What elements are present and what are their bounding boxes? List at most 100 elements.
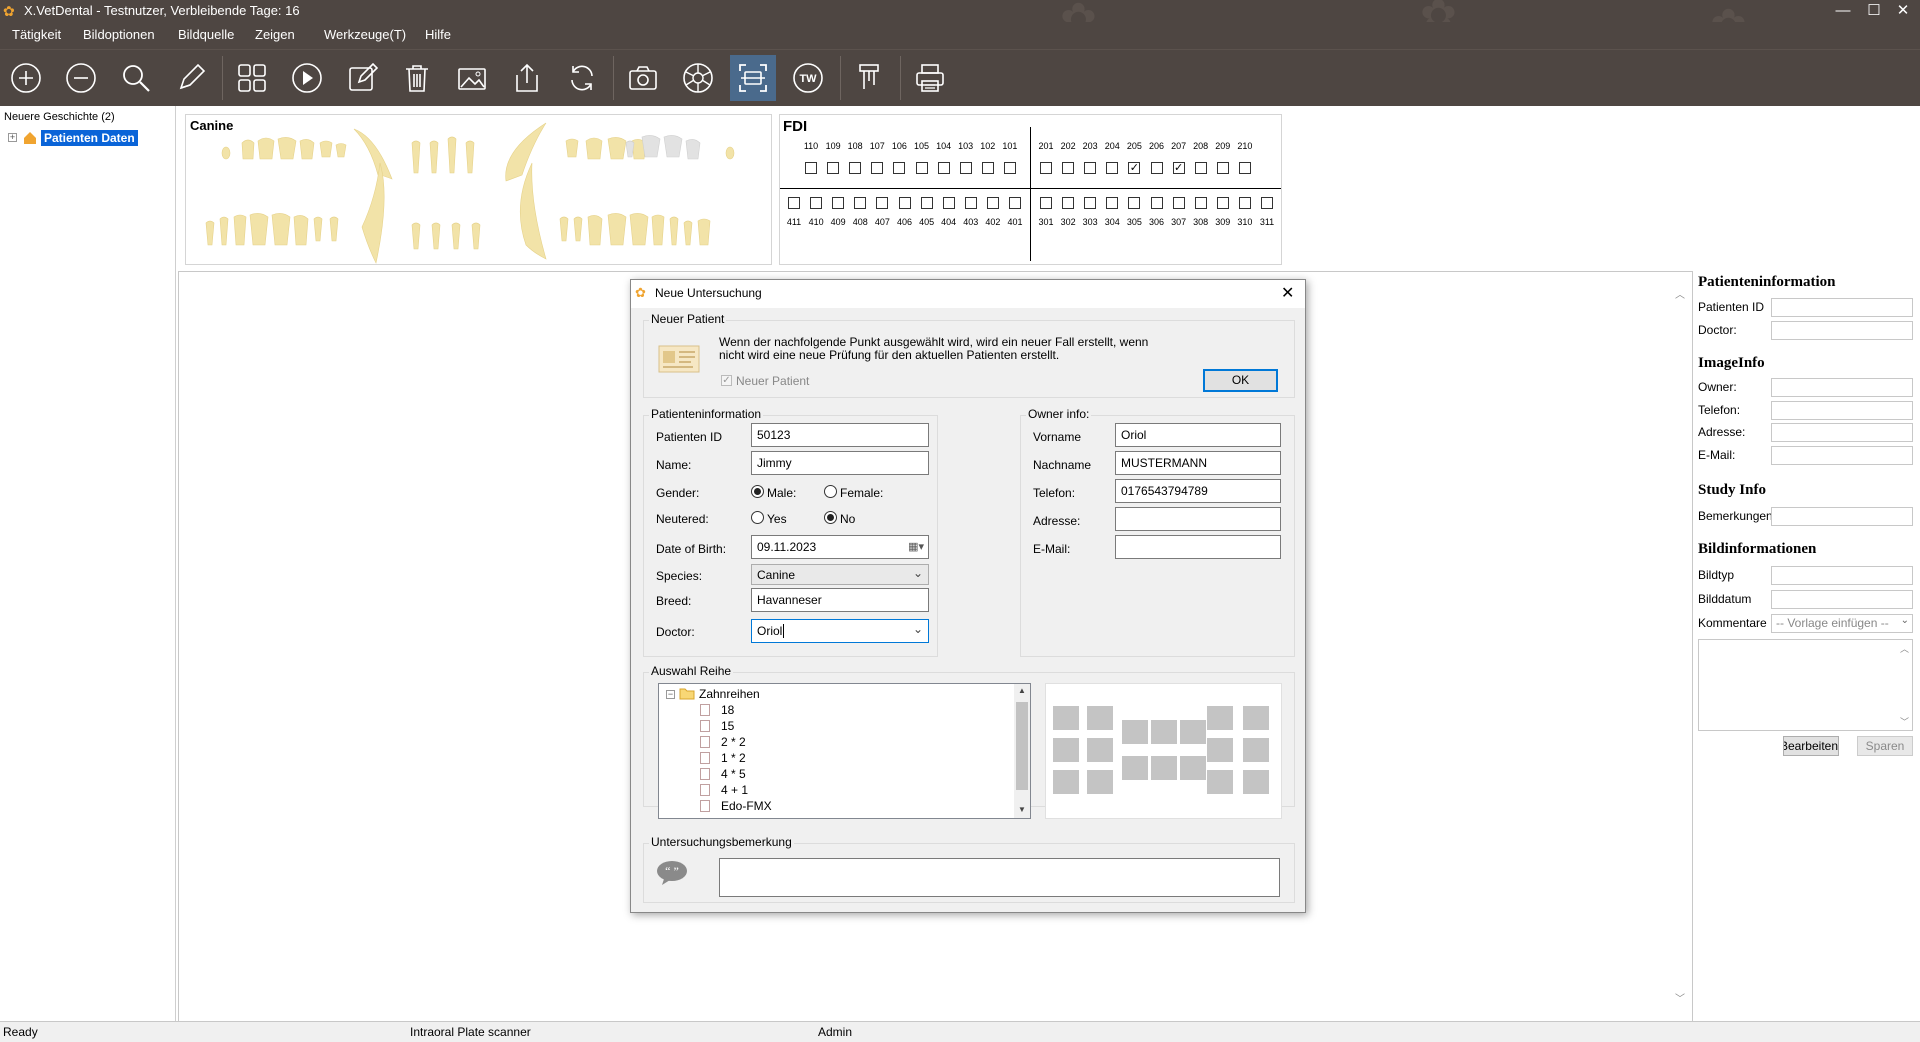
- tree-scrollbar[interactable]: ▲ ▼: [1014, 684, 1030, 818]
- fdi-tooth-checkbox[interactable]: [1238, 197, 1251, 209]
- template-select[interactable]: -- Vorlage einfügen -- ⌄: [1771, 614, 1913, 633]
- fdi-tooth-checkbox[interactable]: [876, 197, 889, 209]
- tree-item[interactable]: 2 * 2: [721, 735, 746, 749]
- breed-input[interactable]: Havanneser: [751, 588, 929, 612]
- email-input[interactable]: [1115, 535, 1281, 559]
- fdi-tooth-checkbox[interactable]: [1238, 162, 1251, 174]
- print-button[interactable]: [907, 55, 953, 101]
- maximize-button[interactable]: ☐: [1863, 1, 1885, 21]
- minimize-button[interactable]: —: [1832, 1, 1854, 21]
- tw-button[interactable]: TW: [785, 55, 831, 101]
- dob-input[interactable]: 09.11.2023 ▦▾: [751, 535, 929, 559]
- magnifier-button[interactable]: [113, 55, 159, 101]
- save-info-button[interactable]: Sparen: [1857, 736, 1913, 756]
- fdi-tooth-checkbox[interactable]: [898, 197, 911, 209]
- fdi-tooth-checkbox[interactable]: [1150, 162, 1163, 174]
- adresse-input[interactable]: [1115, 507, 1281, 531]
- fdi-tooth-checkbox[interactable]: [1040, 197, 1052, 209]
- fdi-tooth-checkbox[interactable]: [937, 162, 950, 174]
- fdi-tooth-checkbox[interactable]: [827, 162, 840, 174]
- address-field[interactable]: [1771, 423, 1913, 442]
- fdi-tooth-checkbox[interactable]: [788, 197, 800, 209]
- fdi-tooth-checkbox[interactable]: [1106, 197, 1119, 209]
- phone-field[interactable]: [1771, 401, 1913, 420]
- image-button[interactable]: [449, 55, 495, 101]
- camera-button[interactable]: [620, 55, 666, 101]
- patient-id-input[interactable]: 50123: [751, 423, 929, 447]
- scroll-down-icon[interactable]: ﹀: [1675, 990, 1685, 1005]
- fdi-tooth-checkbox[interactable]: [986, 197, 999, 209]
- patient-id-field[interactable]: [1771, 298, 1913, 317]
- email-field[interactable]: [1771, 446, 1913, 465]
- tree-item-patienten-daten[interactable]: Patienten Daten: [41, 130, 138, 146]
- edit-info-button[interactable]: Bearbeiten: [1783, 736, 1839, 756]
- tree-item[interactable]: Edo-FMX: [721, 799, 772, 813]
- fdi-tooth-checkbox[interactable]: [1150, 197, 1163, 209]
- scan-frame-button[interactable]: [730, 55, 776, 101]
- vorname-input[interactable]: Oriol: [1115, 423, 1281, 447]
- export-button[interactable]: [504, 55, 550, 101]
- scrollbar-thumb[interactable]: [1016, 702, 1028, 790]
- bildtyp-field[interactable]: [1771, 566, 1913, 585]
- menu-zeigen[interactable]: Zeigen: [255, 27, 295, 42]
- refresh-button[interactable]: [559, 55, 605, 101]
- fdi-tooth-checkbox[interactable]: [854, 197, 867, 209]
- menu-hilfe[interactable]: Hilfe: [425, 27, 451, 42]
- fdi-tooth-checkbox[interactable]: [1172, 197, 1185, 209]
- bilddatum-field[interactable]: [1771, 590, 1913, 609]
- close-window-button[interactable]: ✕: [1892, 1, 1914, 21]
- fdi-tooth-checkbox[interactable]: ✓: [1128, 162, 1141, 174]
- series-tree[interactable]: − Zahnreihen ▲ ▼ 18 15 2 * 2 1 * 2 4 * 5 4 + …: [658, 683, 1031, 819]
- calendar-icon[interactable]: ▦▾: [908, 539, 924, 555]
- species-select[interactable]: Canine ⌄: [751, 564, 929, 585]
- fdi-tooth-checkbox[interactable]: [1216, 197, 1229, 209]
- tree-item[interactable]: 1 * 2: [721, 751, 746, 765]
- fdi-tooth-checkbox[interactable]: [981, 162, 994, 174]
- fdi-tooth-checkbox[interactable]: [1009, 197, 1021, 209]
- owner-field[interactable]: [1771, 378, 1913, 397]
- doctor-select[interactable]: Oriol ⌄: [751, 619, 929, 643]
- scroll-up-icon[interactable]: ︿: [1900, 642, 1909, 655]
- fdi-tooth-checkbox[interactable]: [849, 162, 862, 174]
- expand-icon[interactable]: +: [8, 133, 17, 142]
- scroll-up-icon[interactable]: ▲: [1018, 686, 1026, 695]
- fdi-tooth-checkbox[interactable]: [959, 162, 972, 174]
- telefon-input[interactable]: 0176543794789: [1115, 479, 1281, 503]
- name-input[interactable]: Jimmy: [751, 451, 929, 475]
- fdi-tooth-checkbox[interactable]: [1216, 162, 1229, 174]
- doctor-field[interactable]: [1771, 321, 1913, 340]
- edit-button[interactable]: [339, 55, 385, 101]
- fdi-tooth-checkbox[interactable]: [805, 162, 817, 174]
- new-patient-checkbox[interactable]: ✓: [721, 375, 732, 386]
- layout-button[interactable]: [229, 55, 275, 101]
- tree-item[interactable]: 4 + 1: [721, 783, 748, 797]
- fdi-tooth-checkbox[interactable]: [1194, 162, 1207, 174]
- menu-bildquelle[interactable]: Bildquelle: [178, 27, 234, 42]
- tree-item[interactable]: 4 * 5: [721, 767, 746, 781]
- fdi-tooth-checkbox[interactable]: ✓: [1172, 162, 1185, 174]
- nachname-input[interactable]: MUSTERMANN: [1115, 451, 1281, 475]
- scroll-down-icon[interactable]: ﹀: [1900, 715, 1909, 728]
- fdi-tooth-checkbox[interactable]: [920, 197, 933, 209]
- close-icon[interactable]: ✕: [1281, 283, 1294, 303]
- menu-bildoptionen[interactable]: Bildoptionen: [83, 27, 155, 42]
- zoom-in-button[interactable]: [3, 55, 49, 101]
- fdi-tooth-checkbox[interactable]: [1194, 197, 1207, 209]
- fdi-tooth-checkbox[interactable]: [1062, 197, 1075, 209]
- tree-item[interactable]: 15: [721, 719, 734, 733]
- comment-textarea[interactable]: ︿ ﹀: [1698, 639, 1913, 731]
- neutered-yes-radio[interactable]: [751, 511, 764, 524]
- fdi-tooth-checkbox[interactable]: [871, 162, 884, 174]
- menu-werkzeuge[interactable]: Werkzeuge(T): [324, 27, 406, 42]
- draw-button[interactable]: [168, 55, 214, 101]
- zoom-out-button[interactable]: [58, 55, 104, 101]
- ok-button[interactable]: OK: [1203, 369, 1278, 392]
- tooth-diagram[interactable]: [186, 115, 773, 266]
- fdi-tooth-checkbox[interactable]: [1084, 162, 1097, 174]
- menu-taetigkeit[interactable]: Tätigkeit: [12, 27, 61, 42]
- aperture-button[interactable]: [675, 55, 721, 101]
- fdi-tooth-checkbox[interactable]: [964, 197, 977, 209]
- fdi-tooth-checkbox[interactable]: [810, 197, 823, 209]
- remark-input[interactable]: [719, 858, 1280, 897]
- fdi-tooth-checkbox[interactable]: [1003, 162, 1016, 174]
